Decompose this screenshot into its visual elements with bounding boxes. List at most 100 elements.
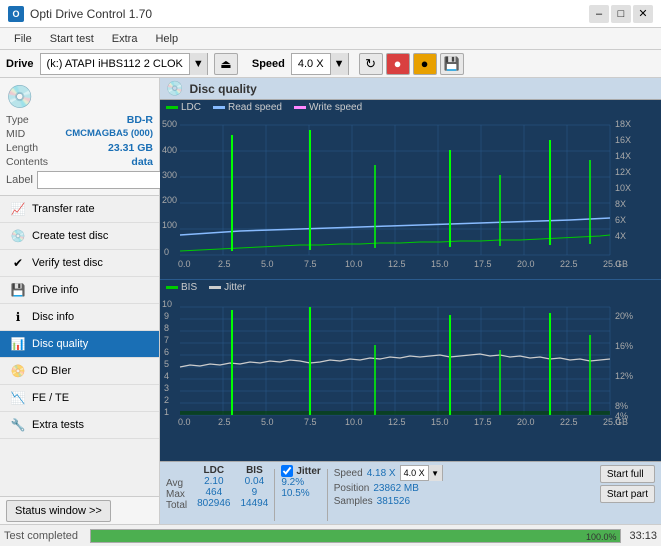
drive-select-container[interactable]: (k:) ATAPI iHBS112 2 CLOK ▼ — [40, 53, 208, 75]
sidebar-item-transfer-rate[interactable]: 📈 Transfer rate — [0, 196, 159, 223]
svg-text:2.5: 2.5 — [218, 259, 231, 269]
svg-text:8: 8 — [164, 323, 169, 333]
sidebar-item-disc-quality[interactable]: 📊 Disc quality — [0, 331, 159, 358]
disc-info-panel: 💿 Type BD-R MID CMCMAGBA5 (000) Length 2… — [0, 78, 159, 196]
samples-value: 381526 — [377, 496, 410, 507]
speed-value: 4.18 X — [367, 468, 396, 479]
transfer-rate-label: Transfer rate — [32, 203, 95, 215]
speed-dropdown-arrow[interactable]: ▼ — [428, 465, 442, 481]
stats-total-label: Total — [166, 500, 187, 511]
sidebar-item-create-test-disc[interactable]: 💿 Create test disc — [0, 223, 159, 250]
status-window-button[interactable]: Status window >> — [6, 500, 111, 522]
disc-label-input[interactable] — [37, 171, 177, 189]
svg-text:14X: 14X — [615, 151, 631, 161]
svg-text:400: 400 — [162, 145, 177, 155]
minimize-button[interactable]: – — [589, 5, 609, 23]
start-buttons: Start full Start part — [600, 465, 655, 503]
disc-write-icon[interactable]: ● — [413, 53, 437, 75]
disc-mid-value: CMCMAGBA5 (000) — [65, 128, 153, 140]
svg-text:4: 4 — [164, 371, 169, 381]
svg-text:2.5: 2.5 — [218, 417, 231, 425]
app-icon: O — [8, 6, 24, 22]
svg-text:8%: 8% — [615, 401, 628, 411]
start-full-button[interactable]: Start full — [600, 465, 655, 483]
sidebar-item-drive-info[interactable]: 💾 Drive info — [0, 277, 159, 304]
svg-text:16%: 16% — [615, 341, 633, 351]
speed-dropdown-arrow[interactable]: ▼ — [330, 53, 348, 75]
svg-text:22.5: 22.5 — [560, 259, 578, 269]
samples-label: Samples — [334, 496, 373, 507]
extra-tests-label: Extra tests — [32, 419, 84, 431]
stats-ldc-header: LDC — [204, 465, 225, 476]
speed-label: Speed — [252, 58, 285, 70]
svg-text:10X: 10X — [615, 183, 631, 193]
disc-label-row: Label ⚙ — [6, 171, 153, 189]
jitter-checkbox-row: Jitter — [281, 465, 320, 477]
menu-extra[interactable]: Extra — [104, 31, 146, 47]
stats-main-row: Avg Max Total LDC 2.10 464 802946 BIS — [166, 465, 655, 521]
ldc-legend: LDC — [166, 102, 201, 113]
svg-text:6X: 6X — [615, 215, 626, 225]
svg-text:7: 7 — [164, 335, 169, 345]
stats-jitter-section: Jitter 9.2% 10.5% — [281, 465, 320, 510]
refresh-icon[interactable]: ↻ — [359, 53, 383, 75]
menu-help[interactable]: Help — [147, 31, 186, 47]
speed-row: Speed 4.18 X 4.0 X ▼ — [334, 465, 443, 481]
svg-text:5: 5 — [164, 359, 169, 369]
close-button[interactable]: ✕ — [633, 5, 653, 23]
window-controls: – □ ✕ — [589, 5, 653, 23]
svg-text:15.0: 15.0 — [431, 259, 449, 269]
maximize-button[interactable]: □ — [611, 5, 631, 23]
disc-large-icon: 💿 — [6, 84, 33, 110]
sidebar-item-extra-tests[interactable]: 🔧 Extra tests — [0, 412, 159, 439]
disc-mid-row: MID CMCMAGBA5 (000) — [6, 128, 153, 140]
sidebar-item-fe-te[interactable]: 📉 FE / TE — [0, 385, 159, 412]
drive-info-icon: 💾 — [10, 282, 26, 298]
create-test-disc-icon: 💿 — [10, 228, 26, 244]
jitter-checkbox[interactable] — [281, 465, 293, 477]
disc-length-row: Length 23.31 GB — [6, 142, 153, 154]
stats-bis-max: 9 — [252, 487, 258, 498]
speed-dropdown-container[interactable]: 4.0 X ▼ — [400, 465, 443, 481]
svg-text:10.0: 10.0 — [345, 259, 363, 269]
svg-text:0.0: 0.0 — [178, 259, 191, 269]
main-layout: 💿 Type BD-R MID CMCMAGBA5 (000) Length 2… — [0, 78, 661, 524]
stats-divider-2 — [327, 469, 328, 521]
svg-text:20.0: 20.0 — [517, 259, 535, 269]
status-completed-text: Test completed — [4, 530, 78, 542]
create-test-disc-label: Create test disc — [32, 230, 108, 242]
eject-button[interactable]: ⏏ — [214, 53, 238, 75]
disc-contents-label: Contents — [6, 156, 48, 168]
svg-text:5.0: 5.0 — [261, 417, 274, 425]
menu-start-test[interactable]: Start test — [42, 31, 102, 47]
svg-text:12.5: 12.5 — [388, 259, 406, 269]
stats-values-section: Avg Max Total LDC 2.10 464 802946 BIS — [166, 465, 268, 511]
menu-file[interactable]: File — [6, 31, 40, 47]
svg-text:12%: 12% — [615, 371, 633, 381]
disc-quality-icon: 📊 — [10, 336, 26, 352]
transfer-rate-icon: 📈 — [10, 201, 26, 217]
cd-bier-icon: 📀 — [10, 363, 26, 379]
progress-bar-container: 100.0% — [90, 529, 621, 543]
svg-text:8X: 8X — [615, 199, 626, 209]
sidebar-item-disc-info[interactable]: ℹ Disc info — [0, 304, 159, 331]
sidebar-item-verify-test-disc[interactable]: ✔ Verify test disc — [0, 250, 159, 277]
sidebar-item-cd-bier[interactable]: 📀 CD BIer — [0, 358, 159, 385]
top-chart-svg: 500 400 300 200 100 0 18X 16X 14X 12X 10… — [160, 115, 661, 270]
save-icon[interactable]: 💾 — [440, 53, 464, 75]
svg-text:22.5: 22.5 — [560, 417, 578, 425]
svg-text:10: 10 — [162, 299, 172, 309]
stats-speed-section: Speed 4.18 X 4.0 X ▼ Position 23862 MB — [334, 465, 443, 507]
disc-quality-header: 💿 Disc quality — [160, 78, 661, 100]
svg-text:15.0: 15.0 — [431, 417, 449, 425]
svg-text:7.5: 7.5 — [304, 417, 317, 425]
drive-label: Drive — [6, 58, 34, 70]
content-area: 💿 Disc quality LDC Read speed — [160, 78, 661, 524]
speed-select-container[interactable]: 4.0 X ▼ — [291, 53, 349, 75]
drive-dropdown-arrow[interactable]: ▼ — [189, 53, 207, 75]
svg-text:17.5: 17.5 — [474, 417, 492, 425]
start-part-button[interactable]: Start part — [600, 485, 655, 503]
progress-percent: 100.0% — [586, 530, 617, 544]
disc-read-icon[interactable]: ● — [386, 53, 410, 75]
svg-text:100: 100 — [162, 220, 177, 230]
